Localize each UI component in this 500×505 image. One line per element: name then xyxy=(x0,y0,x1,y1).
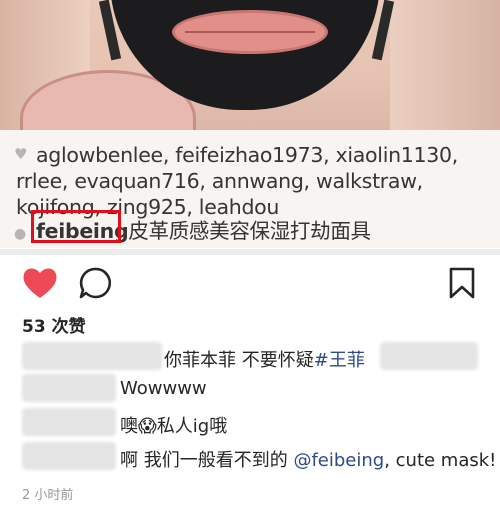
red-highlight-box xyxy=(31,210,121,243)
bookmark-icon xyxy=(449,267,475,299)
comment-2: Wowwww xyxy=(120,378,207,399)
small-comment-icon: ● xyxy=(14,226,27,242)
comment-button[interactable] xyxy=(78,266,112,300)
post-timestamp: 2 小时前 xyxy=(22,488,74,503)
likers-line-2: rrlee, evaquan716, annwang, walkstraw, xyxy=(16,169,423,193)
comment-3-text-a: 噢 xyxy=(120,416,138,437)
scream-emoji: 😱 xyxy=(138,416,157,437)
blurred-username xyxy=(22,374,116,402)
small-heart-icon: ♥ xyxy=(14,145,28,163)
comment-4-text-b: , cute mask! xyxy=(384,450,497,471)
section-divider xyxy=(0,249,500,255)
blurred-username xyxy=(22,408,116,436)
mouth xyxy=(172,10,328,54)
comment-3: 噢😱私人ig哦 xyxy=(120,412,227,438)
like-button[interactable] xyxy=(22,266,58,300)
comment-3-text-b: 私人ig哦 xyxy=(156,416,228,437)
blurred-text xyxy=(380,342,478,370)
comment-1-text: 你菲本菲 不要怀疑 xyxy=(164,350,314,371)
embedded-caption-screenshot: ♥ aglowbenlee, feifeizhao1973, xiaolin11… xyxy=(0,130,500,248)
comment-4-text-a: 啊 我们一般看不到的 xyxy=(120,450,294,471)
mention-link[interactable]: @feibeing xyxy=(293,450,384,471)
comment-4: 啊 我们一般看不到的 @feibeing, cute mask! xyxy=(120,446,496,472)
photo-skin-right xyxy=(390,0,500,130)
heart-filled-icon xyxy=(23,268,57,298)
comment-bubble-icon xyxy=(79,267,112,299)
likers-line-1: aglowbenlee, feifeizhao1973, xiaolin1130… xyxy=(36,143,458,167)
post-photo xyxy=(0,0,500,130)
blurred-username xyxy=(22,442,116,470)
caption-text: 皮革质感美容保湿打劫面具 xyxy=(128,219,371,243)
likes-count[interactable]: 53 次赞 xyxy=(22,312,86,337)
save-button[interactable] xyxy=(448,266,476,300)
comment-1: 你菲本菲 不要怀疑#王菲 xyxy=(164,346,365,372)
blurred-username xyxy=(22,342,162,370)
hashtag-link[interactable]: #王菲 xyxy=(314,350,365,371)
